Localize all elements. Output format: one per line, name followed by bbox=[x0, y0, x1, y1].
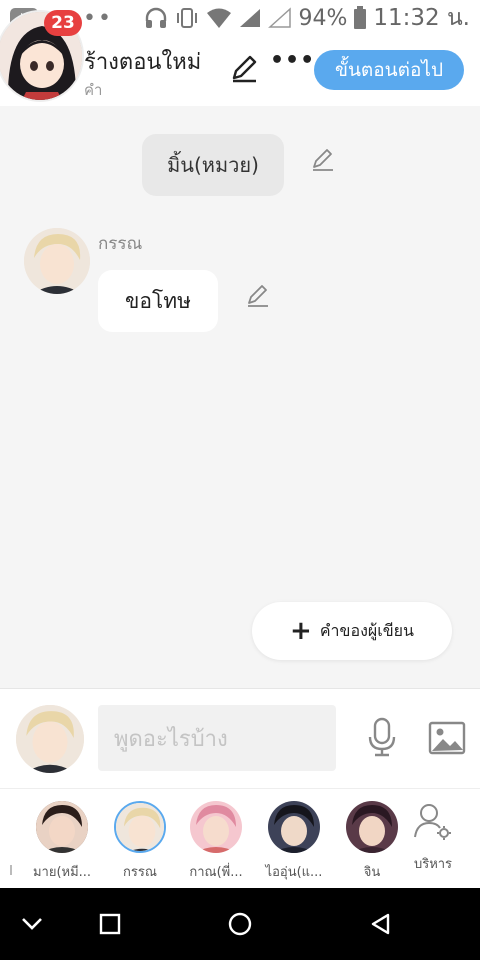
signal-icon bbox=[240, 9, 261, 27]
next-step-button[interactable]: ขั้นตอนต่อไป bbox=[314, 50, 464, 90]
sender-avatar[interactable] bbox=[24, 228, 90, 294]
plus-icon: + bbox=[290, 616, 312, 646]
character-avatar bbox=[114, 801, 166, 853]
character-name: กรรณ bbox=[123, 865, 157, 880]
character-item[interactable]: ไออุ่น(แ... bbox=[256, 801, 332, 882]
page-title: ร้างตอนใหม่ bbox=[84, 50, 202, 75]
character-item[interactable]: จิน bbox=[334, 801, 410, 882]
recent-apps-icon[interactable] bbox=[94, 908, 126, 940]
sender-avatar-image bbox=[24, 228, 90, 294]
manage-characters-button[interactable]: บริหาร bbox=[400, 801, 466, 874]
character-avatar bbox=[268, 801, 320, 853]
system-nav-bar bbox=[0, 888, 480, 960]
vibrate-icon bbox=[177, 8, 198, 28]
character-item[interactable]: กาณ(พี่... bbox=[178, 801, 254, 882]
headphones-icon bbox=[146, 7, 167, 28]
more-options-button[interactable]: ••• bbox=[270, 48, 315, 73]
narration-bubble[interactable]: มิ้น(หมวย) bbox=[142, 134, 284, 196]
microphone-icon[interactable] bbox=[366, 717, 398, 757]
character-avatar bbox=[190, 801, 242, 853]
wifi-icon bbox=[207, 8, 232, 28]
notification-badge: 23 bbox=[44, 10, 82, 36]
character-item[interactable]: กรรณ bbox=[102, 801, 178, 882]
no-signal-icon bbox=[268, 7, 292, 28]
chat-area: มิ้น(หมวย) กรรณ ขอโทษ + คำของผู้เขียน bbox=[0, 106, 480, 688]
message-bubble[interactable]: ขอโทษ bbox=[98, 270, 218, 332]
current-speaker-avatar[interactable] bbox=[16, 705, 84, 773]
edit-message-icon[interactable] bbox=[245, 282, 271, 308]
word-count-label: คำ bbox=[84, 81, 103, 99]
author-note-label: คำของผู้เขียน bbox=[319, 620, 414, 640]
scroll-indicator bbox=[10, 865, 12, 875]
battery-icon bbox=[354, 6, 367, 29]
author-note-button[interactable]: + คำของผู้เขียน bbox=[252, 602, 452, 660]
clock: 11:32 น. bbox=[373, 5, 470, 31]
chevron-down-icon[interactable] bbox=[16, 908, 48, 940]
user-settings-icon bbox=[414, 804, 451, 840]
message-input[interactable]: พูดอะไรบ้าง bbox=[98, 705, 336, 771]
back-icon[interactable] bbox=[364, 908, 396, 940]
character-name: มาย(หมี... bbox=[32, 865, 92, 880]
character-name: กาณ(พี่... bbox=[189, 865, 243, 880]
character-avatar bbox=[36, 801, 88, 853]
home-icon[interactable] bbox=[224, 908, 256, 940]
edit-narration-icon[interactable] bbox=[310, 146, 336, 172]
sender-name: กรรณ bbox=[98, 234, 143, 254]
character-item[interactable]: มาย(หมี... bbox=[24, 801, 100, 882]
character-name: จิน bbox=[363, 865, 381, 880]
input-bar: พูดอะไรบ้าง bbox=[0, 688, 480, 788]
edit-title-icon[interactable] bbox=[228, 52, 260, 84]
manage-label: บริหาร bbox=[413, 857, 453, 872]
character-avatar bbox=[346, 801, 398, 853]
battery-percent: 94% bbox=[298, 5, 348, 31]
character-strip: มาย(หมี... กรรณ กาณ(พี่... ไออุ่น(แ... จ… bbox=[0, 788, 480, 888]
speaker-avatar-image bbox=[16, 705, 84, 773]
image-icon[interactable] bbox=[428, 721, 466, 755]
character-name: ไออุ่น(แ... bbox=[265, 865, 323, 880]
